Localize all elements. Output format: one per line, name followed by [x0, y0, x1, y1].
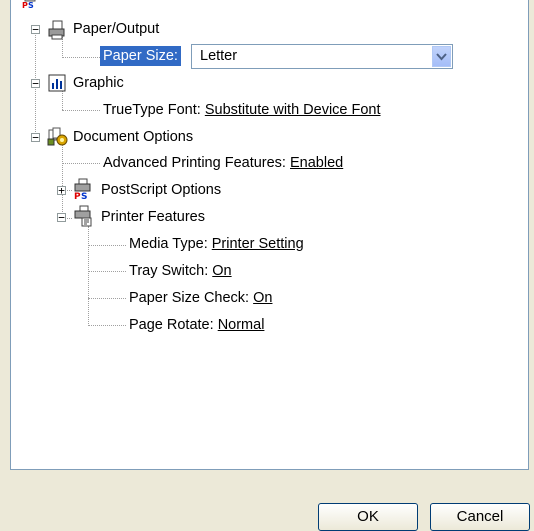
svg-text:S: S: [28, 1, 34, 9]
printer-paper-icon: [47, 20, 65, 40]
printer-features-icon: [73, 205, 92, 227]
page-rotate-label: Page Rotate:: [129, 317, 214, 333]
collapse-printer-features-toggle[interactable]: −: [57, 212, 66, 223]
postscript-icon: P S: [21, 0, 39, 10]
collapse-document-options-toggle[interactable]: −: [31, 132, 40, 143]
collapse-graphic-toggle[interactable]: −: [31, 78, 40, 89]
graphic-label[interactable]: Graphic: [73, 73, 124, 93]
ok-button[interactable]: OK: [318, 503, 418, 531]
page-rotate-row[interactable]: Page Rotate: Normal: [129, 315, 264, 335]
tray-switch-label: Tray Switch:: [129, 263, 209, 279]
tray-switch-row[interactable]: Tray Switch: On: [129, 261, 232, 281]
paper-size-select[interactable]: Letter: [191, 44, 453, 69]
truetype-font-value[interactable]: Substitute with Device Font: [205, 102, 381, 118]
printer-features-label[interactable]: Printer Features: [101, 207, 205, 227]
tray-switch-value[interactable]: On: [212, 263, 231, 279]
expand-postscript-options-toggle[interactable]: +: [57, 185, 66, 196]
svg-text:P: P: [74, 192, 81, 200]
paper-output-label[interactable]: Paper/Output: [73, 19, 159, 39]
document-options-label[interactable]: Document Options: [73, 127, 193, 147]
truetype-font-label: TrueType Font:: [103, 102, 201, 118]
document-options-icon: [47, 127, 68, 146]
paper-size-check-row[interactable]: Paper Size Check: On: [129, 288, 272, 308]
paper-size-label[interactable]: Paper Size:: [100, 46, 181, 66]
paper-size-value: Letter: [200, 48, 238, 64]
collapse-paper-output-toggle[interactable]: −: [31, 24, 40, 35]
advanced-printing-row[interactable]: Advanced Printing Features: Enabled: [103, 153, 343, 173]
svg-text:S: S: [81, 192, 87, 200]
media-type-label: Media Type:: [129, 236, 208, 252]
media-type-row[interactable]: Media Type: Printer Setting: [129, 234, 304, 254]
chevron-down-icon[interactable]: [432, 46, 451, 67]
truetype-font-row[interactable]: TrueType Font: Substitute with Device Fo…: [103, 100, 381, 120]
media-type-value[interactable]: Printer Setting: [212, 236, 304, 252]
paper-size-check-label: Paper Size Check:: [129, 290, 250, 306]
cancel-button[interactable]: Cancel: [430, 503, 530, 531]
paper-size-check-value[interactable]: On: [253, 290, 272, 306]
advanced-printing-label: Advanced Printing Features:: [103, 155, 286, 171]
page-rotate-value[interactable]: Normal: [218, 317, 265, 333]
advanced-printing-value[interactable]: Enabled: [290, 155, 343, 171]
postscript-options-icon: P S: [73, 178, 91, 202]
settings-tree[interactable]: P S − Paper/Output Paper Size: Letter − …: [10, 0, 529, 470]
bar-chart-icon: [48, 74, 66, 92]
postscript-options-label[interactable]: PostScript Options: [101, 180, 221, 200]
